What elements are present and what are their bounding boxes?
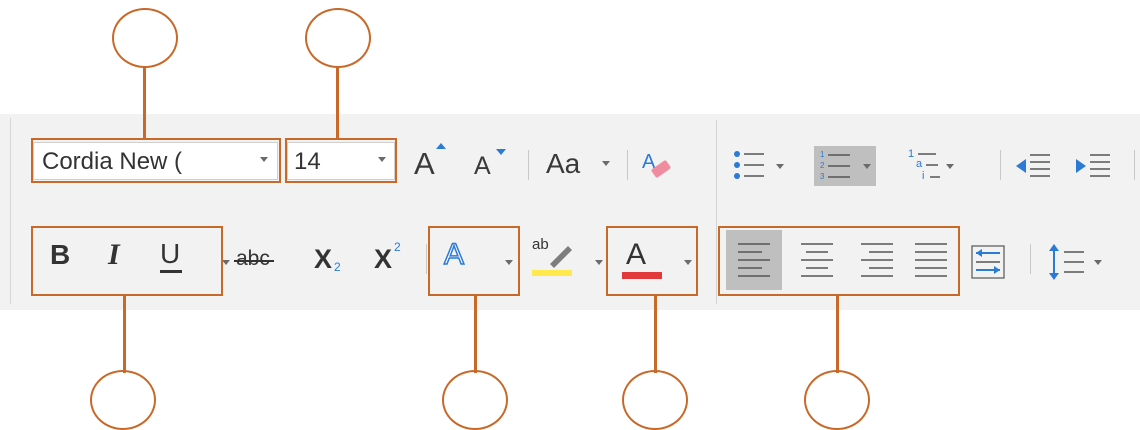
annotation-box-alignment [718,226,960,296]
svg-text:3: 3 [820,172,825,181]
caret-up-icon [436,143,446,149]
change-case-button[interactable]: Aa [546,146,616,182]
numbered-list-icon: 1 2 3 [820,150,850,181]
eraser-icon: A [642,151,671,178]
annotation-circle [112,8,178,68]
annotation-connector [836,296,839,373]
highlight-button[interactable]: ab [530,236,590,280]
multilevel-dropdown-icon[interactable] [946,164,954,169]
annotation-circle [90,370,156,430]
superscript-button[interactable]: X 2 [372,240,416,280]
separator [1000,150,1001,180]
subscript-number: 2 [334,260,341,274]
line-spacing-dropdown-icon[interactable] [1094,260,1102,265]
chevron-down-icon [602,161,610,166]
separator [1030,244,1031,274]
highlight-color-bar [532,270,572,276]
text-direction-icon [971,245,1005,279]
separator [627,150,628,180]
increase-indent-button[interactable] [1072,150,1114,184]
numbering-button[interactable]: 1 2 3 [814,146,876,186]
separator [1134,150,1135,180]
change-case-glyph: Aa [546,148,581,179]
separator [528,150,529,180]
annotation-connector [123,296,126,373]
numbering-dropdown-icon[interactable] [863,164,871,169]
annotation-box-font-color [606,226,698,296]
annotation-connector [143,66,146,139]
subscript-button[interactable]: X 2 [312,240,356,280]
annotation-box-font-size [285,138,397,183]
ribbon-edge [10,118,11,304]
superscript-number: 2 [394,240,401,254]
font-paragraph-separator [716,120,717,304]
decrease-indent-button[interactable] [1014,150,1054,184]
annotation-circle [442,370,508,430]
superscript-glyph: X [374,244,393,274]
annotation-box-font-name [31,138,281,183]
grow-font-glyph: A [414,146,435,181]
annotation-circle [622,370,688,430]
annotation-connector [336,66,339,139]
increase-indent-icon [1076,154,1110,177]
annotation-box-style [31,226,223,296]
strikethrough-glyph: abc [236,247,270,270]
shrink-font-glyph: A [474,152,491,180]
annotation-connector [654,296,657,373]
annotation-connector [474,296,477,373]
subscript-glyph: X [314,244,333,274]
multilevel-list-button[interactable]: 1 a i [906,146,966,186]
line-spacing-icon [1049,244,1084,280]
strike-line [234,260,274,262]
strikethrough-button[interactable]: abc [232,242,284,276]
annotation-circle [305,8,371,68]
separator [426,244,427,274]
marker-icon [550,246,572,268]
multilevel-list-icon [918,153,940,178]
svg-text:2: 2 [820,161,825,170]
bullet-list-icon [734,151,764,179]
annotation-circle [804,370,870,430]
text-direction-button[interactable] [966,240,1012,284]
shrink-font-button[interactable]: A [470,148,510,184]
caret-down-icon [496,149,506,155]
highlight-dropdown-icon[interactable] [595,260,603,265]
svg-text:1: 1 [820,150,825,159]
grow-font-button[interactable]: A [410,142,450,182]
underline-dropdown-icon[interactable] [222,260,230,265]
line-spacing-button[interactable] [1046,240,1116,284]
bullets-dropdown-icon[interactable] [776,164,784,169]
clear-formatting-button[interactable]: A [638,146,678,182]
annotation-box-text-effects [428,226,520,296]
decrease-indent-icon [1016,154,1050,177]
bullets-button[interactable] [732,146,792,186]
